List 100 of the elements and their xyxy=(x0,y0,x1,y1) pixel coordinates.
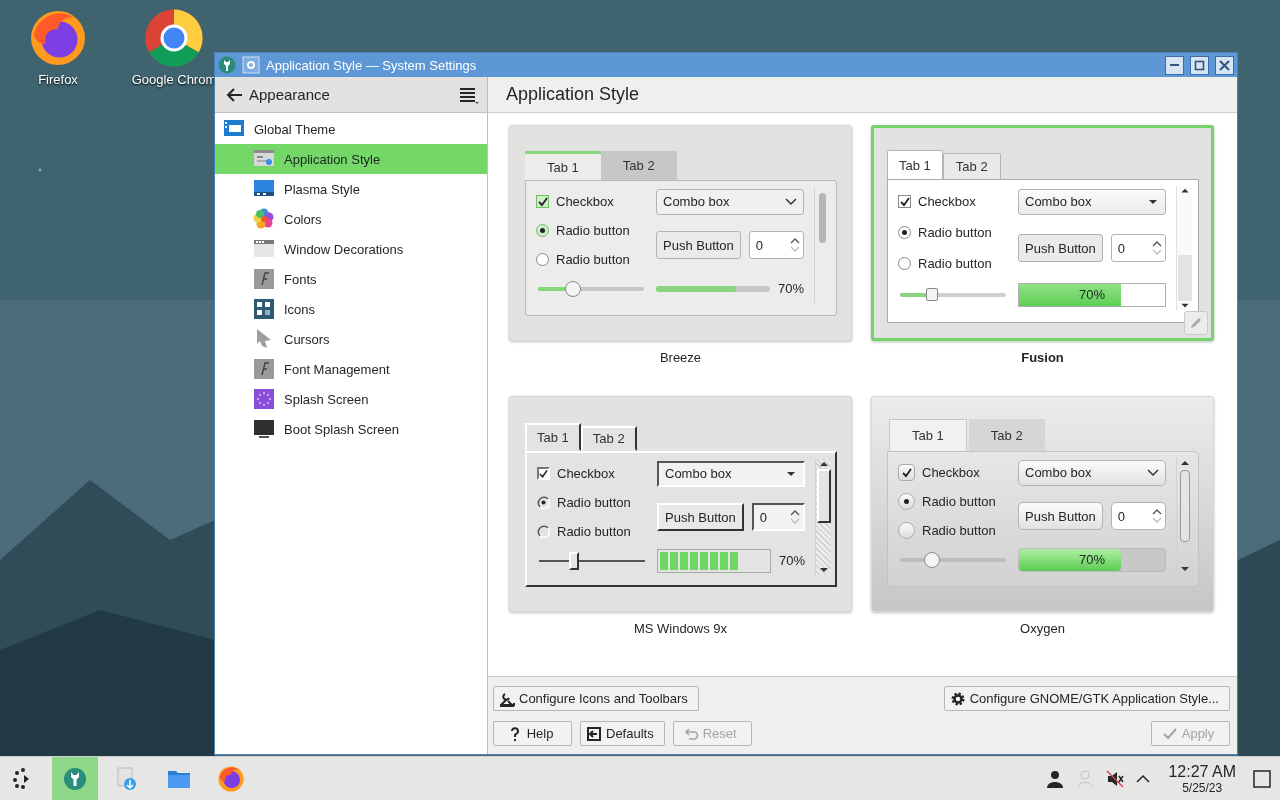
clock-date: 5/25/23 xyxy=(1182,780,1223,795)
progress-label: 70% xyxy=(1079,287,1105,302)
sidebar-item[interactable]: Font Management xyxy=(215,354,487,384)
menu-icon[interactable] xyxy=(459,85,479,104)
show-desktop-icon[interactable] xyxy=(1252,768,1272,789)
style-name: MS Windows 9x xyxy=(633,621,728,636)
combo-box[interactable]: Combo box xyxy=(657,460,805,487)
tab[interactable]: Tab 2 xyxy=(580,426,637,451)
radio-button[interactable] xyxy=(537,496,550,509)
spin-box[interactable]: 0 xyxy=(751,503,805,531)
sidebar-item[interactable]: Plasma Style xyxy=(215,174,487,204)
radio-label: Radio button xyxy=(922,523,996,538)
radio-label: Radio button xyxy=(918,225,992,240)
font-icon xyxy=(253,358,275,380)
combo-box[interactable]: Combo box xyxy=(656,188,804,215)
slider-handle[interactable] xyxy=(564,280,581,297)
checkbox-label: Checkbox xyxy=(557,466,615,481)
tab[interactable]: Tab 1 xyxy=(887,150,943,179)
radio-label: Radio button xyxy=(557,524,631,539)
radio-button[interactable] xyxy=(898,522,915,539)
radio-label: Radio button xyxy=(556,223,630,238)
style-preview[interactable]: Tab 1 Tab 2 Checkbox Radio button Radio button Combo box Push Button 0 70% xyxy=(871,125,1214,341)
push-button[interactable]: Push Button xyxy=(1018,234,1103,262)
sidebar-item[interactable]: Application Style xyxy=(215,144,487,174)
combo-box[interactable]: Combo box xyxy=(1018,459,1166,486)
style-name: Fusion xyxy=(1021,350,1064,365)
push-button[interactable]: Push Button xyxy=(657,503,744,531)
close-icon xyxy=(1218,58,1231,72)
push-button[interactable]: Push Button xyxy=(1018,502,1103,530)
radio-button[interactable] xyxy=(898,226,911,239)
sidebar-item[interactable]: Fonts xyxy=(215,264,487,294)
radio-button[interactable] xyxy=(536,224,549,237)
clock[interactable]: 12:27 AM 5/25/23 xyxy=(1168,762,1236,795)
radio-button[interactable] xyxy=(537,525,550,538)
maximize-button[interactable] xyxy=(1190,55,1209,75)
button[interactable]: Help xyxy=(493,721,572,746)
maximize-icon xyxy=(1193,58,1206,72)
firefox-icon xyxy=(217,764,245,793)
slider-handle[interactable] xyxy=(925,287,938,301)
checkbox[interactable] xyxy=(898,195,911,208)
slider-handle[interactable] xyxy=(923,551,940,568)
checkbox-label: Checkbox xyxy=(922,465,980,480)
combo-box[interactable]: Combo box xyxy=(1018,188,1166,215)
window-title: Application Style — System Settings xyxy=(266,57,478,73)
radio-button[interactable] xyxy=(536,253,549,266)
style-name: Oxygen xyxy=(1020,621,1065,636)
tab[interactable]: Tab 1 xyxy=(525,151,601,180)
radio-button[interactable] xyxy=(898,493,915,510)
style-preview[interactable]: Tab 1 Tab 2 Checkbox Radio button Radio button Combo box Push Button 0 70% xyxy=(871,396,1214,612)
minimize-button[interactable] xyxy=(1165,55,1184,75)
task-button[interactable] xyxy=(52,757,98,800)
wrench-icon xyxy=(218,56,236,74)
push-button[interactable]: Push Button xyxy=(656,231,741,259)
radio-label: Radio button xyxy=(922,494,996,509)
sidebar-item[interactable]: Global Theme xyxy=(215,114,487,144)
tab[interactable]: Tab 1 xyxy=(889,419,967,451)
sidebar-item[interactable]: Boot Splash Screen xyxy=(215,414,487,444)
defaults-icon xyxy=(586,725,602,742)
spin-box[interactable]: 0 xyxy=(748,231,804,259)
close-button[interactable] xyxy=(1215,55,1234,75)
radio-label: Radio button xyxy=(918,256,992,271)
color-wheel-icon xyxy=(253,208,275,230)
tab[interactable]: Tab 1 xyxy=(525,423,581,451)
button[interactable]: Defaults xyxy=(580,721,665,746)
button[interactable]: Configure Icons and Toolbars xyxy=(493,686,699,711)
style-preview[interactable]: Tab 1 Tab 2 Checkbox Radio button Radio button Combo box Push Button 0 70% xyxy=(509,396,852,612)
sidebar-item[interactable]: Window Decorations xyxy=(215,234,487,264)
radio-label: Radio button xyxy=(557,495,631,510)
button[interactable]: Configure GNOME/GTK Application Style... xyxy=(943,686,1230,711)
toolbar-config-icon xyxy=(499,690,515,707)
spin-box[interactable]: 0 xyxy=(1110,234,1166,262)
style-preview[interactable]: Tab 1 Tab 2 Checkbox Radio button Radio button Combo box Push Button 0 70% xyxy=(509,125,852,341)
grid-icon xyxy=(253,298,275,320)
radio-button[interactable] xyxy=(898,257,911,270)
sidebar-item[interactable]: Splash Screen xyxy=(215,384,487,414)
progress-label: 70% xyxy=(778,553,805,568)
tab[interactable]: Tab 2 xyxy=(968,419,1045,451)
spin-box[interactable]: 0 xyxy=(1110,502,1166,530)
download-icon xyxy=(115,766,139,791)
scroll-handle[interactable] xyxy=(819,193,826,243)
sidebar-item[interactable]: Cursors xyxy=(215,324,487,354)
scroll-handle[interactable] xyxy=(1177,255,1192,301)
checkbox[interactable] xyxy=(536,195,549,208)
progress-label: 70% xyxy=(1079,552,1105,567)
tab[interactable]: Tab 2 xyxy=(600,151,677,180)
user-icon[interactable] xyxy=(1046,769,1065,788)
pencil-icon xyxy=(1189,316,1203,330)
progress-label: 70% xyxy=(777,281,804,296)
checkbox[interactable] xyxy=(537,467,550,480)
sidebar-item[interactable]: Icons xyxy=(215,294,487,324)
wrench-icon xyxy=(63,766,87,791)
sidebar-item[interactable]: Colors xyxy=(215,204,487,234)
caret-up-icon[interactable] xyxy=(1136,773,1151,784)
tab[interactable]: Tab 2 xyxy=(942,153,1001,179)
checkbox[interactable] xyxy=(898,464,915,481)
radio-label: Radio button xyxy=(556,252,630,267)
checkbox-label: Checkbox xyxy=(918,194,976,209)
scroll-handle[interactable] xyxy=(1179,470,1190,542)
back-arrow-icon[interactable] xyxy=(225,86,243,103)
muted-speaker-icon[interactable] xyxy=(1106,769,1125,788)
